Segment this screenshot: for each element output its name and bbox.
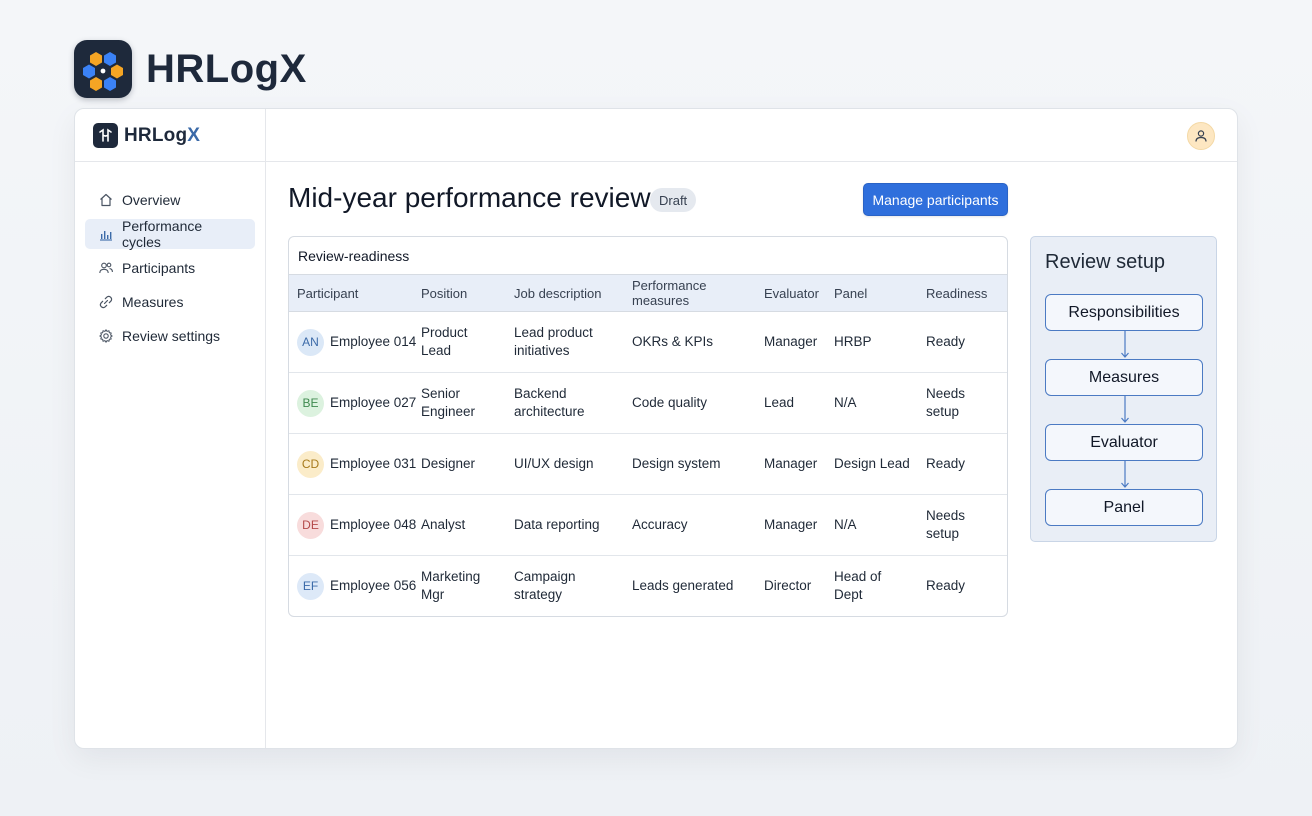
readiness-cell: Ready [918,433,1007,495]
sidebar-item-label: Performance cycles [122,218,203,250]
table-row[interactable]: BE Employee 027 Senior Engineer Backend a… [289,372,1007,434]
status-badge: Draft [650,188,697,212]
setup-step-panel[interactable]: Panel [1045,489,1203,526]
brand-header: HRLogX [74,40,307,98]
participant-name: Employee 027 [330,395,417,410]
review-readiness-table: Participant Position Job description Per… [289,274,1007,617]
readiness-cell: Ready [926,578,966,594]
initials-avatar: EF [297,572,324,600]
arrow-down-icon [1121,396,1129,423]
users-icon [99,262,113,274]
readiness-cell: Needs setup [918,372,1007,434]
setup-title: Review setup [1045,251,1166,273]
job-description-cell: Campaign strategy [514,569,576,603]
measures-cell: Code quality [624,372,756,434]
column-header[interactable]: Job description [506,274,624,312]
sidebar: Overview Performance cycles Participants… [75,109,266,748]
initials-avatar: CD [297,450,324,478]
arrow-down-icon [1121,461,1129,488]
column-header[interactable]: Position [413,274,506,312]
table-row[interactable]: DE Employee 048 Analyst Data reporting Ac… [289,494,1007,556]
user-avatar[interactable] [1187,122,1215,150]
participant-name: Employee 031 [330,456,417,471]
setup-step-evaluator[interactable]: Evaluator [1045,424,1203,461]
review-readiness-table-card: Review-readiness Participant Position Jo… [288,236,1008,617]
sidebar-item-label: Overview [122,192,181,208]
table-caption: Review-readiness [298,247,410,264]
table-row[interactable]: EF Employee 056 Marketing Mgr Campaign st… [289,556,1007,617]
evaluator-cell: Manager [756,433,826,495]
position-cell: Product Lead [413,311,506,373]
setup-step-responsibilities[interactable]: Responsibilities [1045,294,1203,331]
participant-name: Employee 014 [330,334,417,349]
user-icon [1195,130,1207,142]
brand-name: HRLogX [146,46,307,91]
participant-name: Employee 056 [330,578,417,594]
setup-step-measures[interactable]: Measures [1045,359,1203,396]
position-cell: Marketing Mgr [421,569,481,603]
home-icon [100,193,112,207]
initials-avatar: BE [297,389,324,417]
initials-avatar: AN [297,328,324,356]
sidebar-item-review-settings[interactable]: Review settings [85,321,255,351]
column-header[interactable]: Panel [826,274,918,312]
position-cell: Designer [413,433,506,495]
panel-cell: N/A [826,372,918,434]
hexagon-logo-icon [74,40,132,98]
measures-cell: Leads generated [632,578,734,594]
manage-participants-button[interactable]: Manage participants [863,183,1008,216]
evaluator-cell: Director [764,578,812,594]
participant-cell: CD Employee 031 [297,450,416,478]
table-row[interactable]: CD Employee 031 Designer UI/UX design Des… [289,433,1007,495]
position-cell: Analyst [413,494,506,556]
bar-chart-icon [100,231,112,241]
readiness-cell: Needs setup [918,494,1007,556]
panel-cell: Design Lead [826,433,918,495]
sidebar-item-participants[interactable]: Participants [85,253,255,283]
sidebar-item-overview[interactable]: Overview [85,185,255,215]
sidebar-nav: Overview Performance cycles Participants… [85,185,255,355]
evaluator-cell: Manager [756,311,826,373]
job-description-cell: Backend architecture [506,372,624,434]
arrow-down-icon [1121,331,1129,358]
sidebar-item-label: Review settings [122,328,221,344]
evaluator-cell: Manager [756,494,826,556]
participant-cell: BE Employee 027 [297,389,416,417]
app-window: HRLogX Overview Performance cycles Parti… [74,108,1238,749]
sidebar-item-label: Measures [122,294,184,310]
table-header-row: Participant Position Job description Per… [289,274,1007,312]
evaluator-cell: Lead [756,372,826,434]
job-description-cell: Lead product initiatives [506,311,624,373]
initials-avatar: DE [297,511,324,539]
position-cell: Senior Engineer [413,372,506,434]
sidebar-item-measures[interactable]: Measures [85,287,255,317]
review-setup-card: Review setup Responsibilities Measures E… [1030,236,1217,542]
panel-cell: N/A [826,494,918,556]
table-row[interactable]: AN Employee 014 Product Lead Lead product… [289,311,1007,373]
readiness-cell: Ready [918,311,1007,373]
participant-cell: DE Employee 048 [297,511,416,539]
measures-cell: Design system [624,433,756,495]
panel-cell: HRBP [826,311,918,373]
measures-cell: Accuracy [624,494,756,556]
link-icon [99,295,113,309]
panel-cell: Head of Dept [834,569,882,603]
gear-icon [99,329,113,343]
column-header[interactable]: Participant [289,274,413,312]
column-header[interactable]: Readiness [918,274,1007,312]
participant-cell: AN Employee 014 [297,328,416,356]
job-description-cell: Data reporting [506,494,624,556]
measures-cell: OKRs & KPIs [624,311,756,373]
sidebar-item-performance-cycles[interactable]: Performance cycles [85,218,255,250]
job-description-cell: UI/UX design [506,433,624,495]
sidebar-item-label: Participants [122,260,196,276]
column-header[interactable]: Performance measures [624,274,756,312]
participant-name: Employee 048 [330,517,417,532]
column-header[interactable]: Evaluator [756,274,826,312]
participant-cell: EF Employee 056 [297,572,416,600]
page-title: Mid-year performance review [288,182,651,213]
